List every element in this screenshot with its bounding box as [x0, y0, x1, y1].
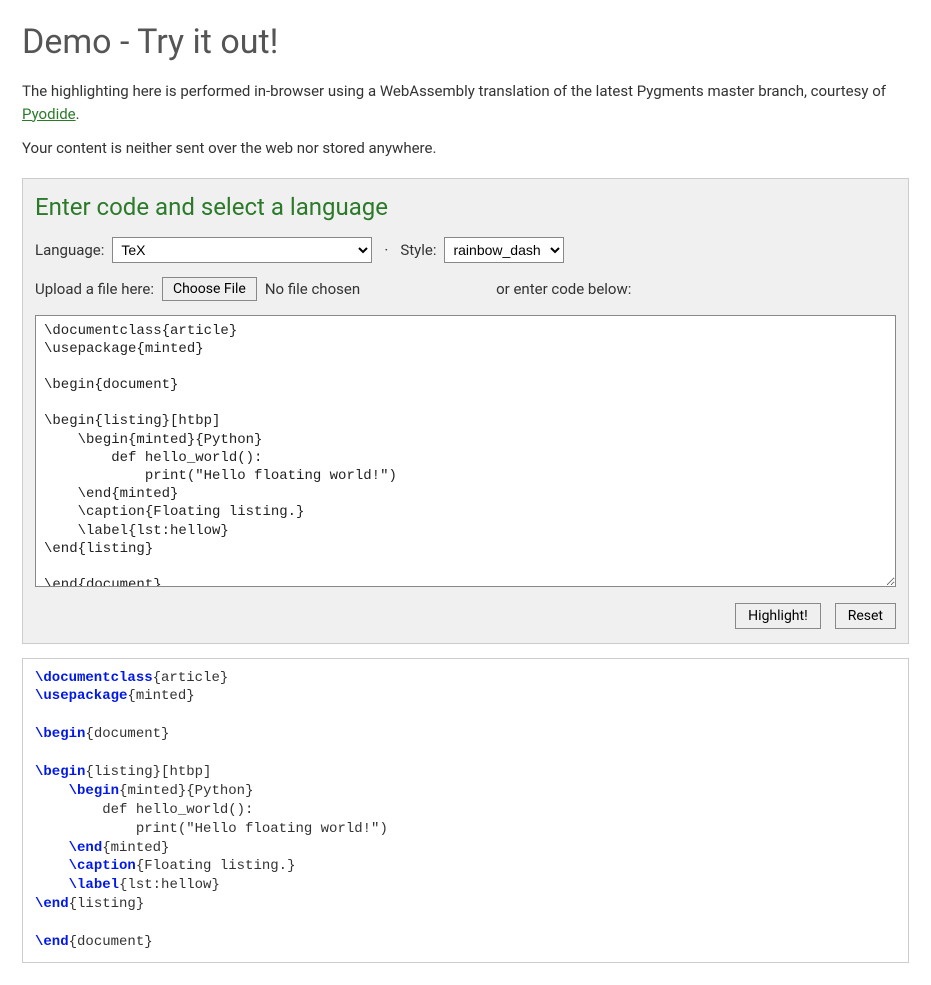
page-title: Demo - Try it out!	[22, 22, 909, 62]
token-nb: minted	[111, 840, 161, 856]
token-nb	[35, 877, 69, 893]
token-k: \end	[69, 840, 103, 856]
token-k: \end	[35, 896, 69, 912]
token-nb: lst:hellow	[127, 877, 211, 893]
token-p: {	[127, 688, 135, 704]
token-p: }	[287, 858, 295, 874]
pyodide-link[interactable]: Pyodide	[22, 105, 76, 123]
token-k: \begin	[35, 726, 85, 742]
token-p: {	[153, 670, 161, 686]
choose-file-button[interactable]: Choose File	[162, 277, 257, 301]
token-nb: print("Hello floating world!")	[35, 821, 388, 837]
token-p: }	[161, 840, 169, 856]
token-nb	[35, 840, 69, 856]
row-language-style: Language: TeX · Style: rainbow_dash	[35, 237, 896, 263]
highlighted-output: \documentclass{article} \usepackage{mint…	[22, 658, 909, 963]
token-p: }	[220, 670, 228, 686]
token-p: {	[102, 840, 110, 856]
token-k: \end	[35, 934, 69, 950]
token-p: }{	[178, 783, 195, 799]
token-nb	[35, 783, 69, 799]
token-p: }	[153, 764, 161, 780]
token-nb: Floating listing.	[144, 858, 287, 874]
token-nb: [htbp]	[161, 764, 211, 780]
language-label: Language:	[35, 241, 104, 259]
token-p: {	[136, 858, 144, 874]
privacy-paragraph: Your content is neither sent over the we…	[22, 137, 909, 160]
intro-after: .	[76, 105, 80, 123]
token-nb: article	[161, 670, 220, 686]
intro-paragraph: The highlighting here is performed in-br…	[22, 80, 909, 125]
reset-button[interactable]: Reset	[835, 603, 896, 629]
intro-text: The highlighting here is performed in-br…	[22, 82, 886, 100]
token-nb: document	[94, 726, 161, 742]
token-p: {	[85, 764, 93, 780]
token-nb: Python	[195, 783, 245, 799]
token-p: }	[186, 688, 194, 704]
token-k: \usepackage	[35, 688, 127, 704]
or-text: or enter code below:	[496, 280, 631, 298]
panel-heading: Enter code and select a language	[35, 193, 896, 221]
token-p: }	[245, 783, 253, 799]
token-p: }	[144, 934, 152, 950]
token-nb: minted	[136, 688, 186, 704]
style-label: Style:	[400, 241, 436, 259]
token-k: \label	[69, 877, 119, 893]
button-row: Highlight! Reset	[35, 603, 896, 629]
row-upload: Upload a file here: Choose File No file …	[35, 277, 896, 301]
highlight-button[interactable]: Highlight!	[735, 603, 821, 629]
token-p: }	[136, 896, 144, 912]
token-p: }	[161, 726, 169, 742]
token-nb: document	[77, 934, 144, 950]
token-k: \caption	[69, 858, 136, 874]
token-nb: listing	[94, 764, 153, 780]
token-p: }	[211, 877, 219, 893]
token-p: {	[69, 896, 77, 912]
token-p: {	[85, 726, 93, 742]
token-k: \begin	[69, 783, 119, 799]
token-k: \begin	[35, 764, 85, 780]
upload-label: Upload a file here:	[35, 280, 154, 298]
token-p: {	[69, 934, 77, 950]
separator-dot: ·	[380, 241, 392, 259]
token-k: \documentclass	[35, 670, 153, 686]
demo-panel: Enter code and select a language Languag…	[22, 178, 909, 644]
token-nb: listing	[77, 896, 136, 912]
file-status: No file chosen	[265, 280, 360, 298]
code-textarea[interactable]	[35, 315, 896, 587]
token-nb	[35, 858, 69, 874]
token-nb: minted	[127, 783, 177, 799]
style-select[interactable]: rainbow_dash	[444, 237, 564, 263]
language-select[interactable]: TeX	[112, 237, 372, 263]
token-nb: def hello_world():	[35, 802, 253, 818]
